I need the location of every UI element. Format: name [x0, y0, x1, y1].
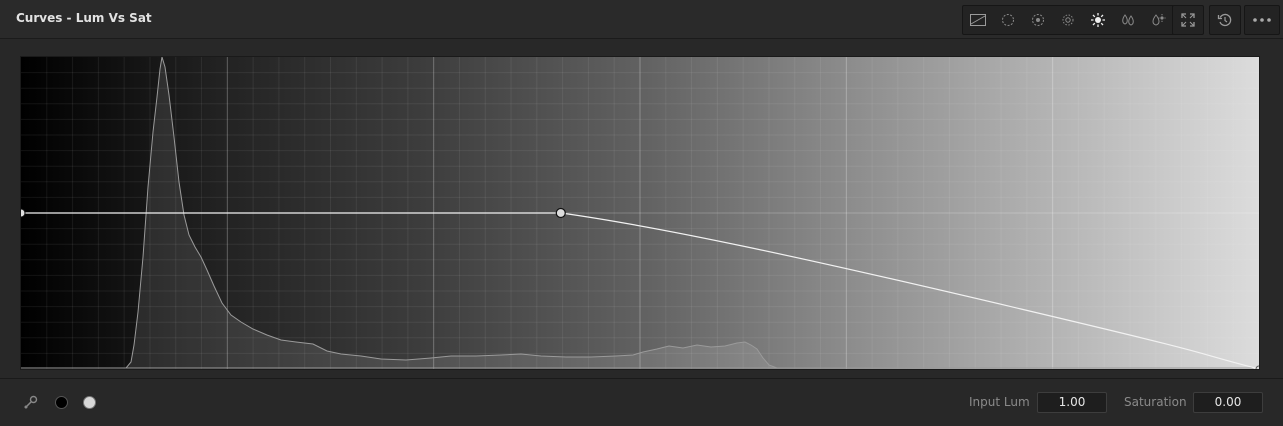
- hue-vs-sat-icon[interactable]: [1028, 10, 1048, 30]
- control-point[interactable]: [21, 208, 26, 218]
- curve-canvas[interactable]: [21, 57, 1259, 369]
- white-point-swatch[interactable]: [83, 396, 96, 409]
- more-options-button[interactable]: [1244, 5, 1280, 35]
- curve-mode-toolbar: [962, 5, 1174, 35]
- black-point-swatch[interactable]: [55, 396, 68, 409]
- more-options-icon: [1253, 18, 1271, 22]
- panel-header: Curves - Lum Vs Sat: [0, 0, 1283, 39]
- expand-button[interactable]: [1172, 5, 1204, 35]
- sat-vs-lum-icon[interactable]: [1148, 10, 1168, 30]
- eyedropper-icon[interactable]: [22, 393, 40, 411]
- curves-panel: Curves - Lum Vs Sat Input Lum 1.00 Satur…: [0, 0, 1283, 426]
- control-point[interactable]: [555, 207, 566, 219]
- hue-vs-lum-icon[interactable]: [1058, 10, 1078, 30]
- panel-title: Curves - Lum Vs Sat: [16, 11, 152, 25]
- input-lum-label: Input Lum: [969, 395, 1030, 409]
- reset-icon: [1217, 13, 1232, 27]
- sat-vs-sat-icon[interactable]: [1118, 10, 1138, 30]
- expand-icon: [1181, 13, 1195, 27]
- control-point[interactable]: [1255, 365, 1259, 369]
- reset-button[interactable]: [1209, 5, 1241, 35]
- hue-vs-hue-icon[interactable]: [998, 10, 1018, 30]
- footer-bar: Input Lum 1.00 Saturation 0.00: [0, 379, 1283, 426]
- curve-preview-icon[interactable]: [968, 10, 988, 30]
- curve-graph[interactable]: [20, 56, 1260, 370]
- saturation-label: Saturation: [1124, 395, 1187, 409]
- saturation-field[interactable]: 0.00: [1193, 392, 1263, 413]
- lum-vs-sat-icon[interactable]: [1088, 10, 1108, 30]
- input-lum-field[interactable]: 1.00: [1037, 392, 1107, 413]
